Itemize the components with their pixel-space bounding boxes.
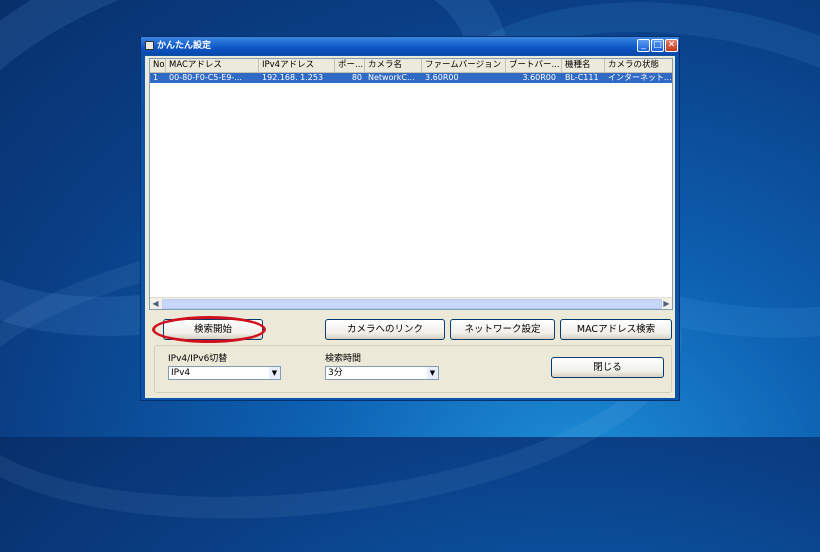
mac-address-search-button[interactable]: MACアドレス検索 [560,319,672,340]
column-header-no[interactable]: No [150,59,166,72]
chevron-down-icon[interactable]: ▼ [269,367,280,379]
column-header-mac[interactable]: MACアドレス [166,59,259,72]
client-area: No MACアドレス IPv4アドレス ポー... カメラ名 ファームバージョン… [145,56,675,398]
table-row[interactable]: 1 00-80-F0-C5-E9-... 192.168. 1.253 80 N… [150,73,672,83]
ip-version-select[interactable]: IPv4 ▼ [168,366,281,380]
title-bar[interactable]: かんたん設定 _ □ ✕ [141,37,679,55]
minimize-button[interactable]: _ [637,39,650,52]
chevron-down-icon[interactable]: ▼ [427,367,438,379]
camera-list[interactable]: No MACアドレス IPv4アドレス ポー... カメラ名 ファームバージョン… [149,58,673,310]
camera-link-button[interactable]: カメラへのリンク [325,319,445,340]
cell-camera-name: NetworkC... [368,73,415,82]
ip-version-value: IPv4 [171,368,191,378]
maximize-button[interactable]: □ [651,39,664,52]
list-header: No MACアドレス IPv4アドレス ポー... カメラ名 ファームバージョン… [150,59,672,73]
column-header-model[interactable]: 機種名 [562,59,605,72]
window-title: かんたん設定 [157,41,212,51]
column-header-boot-version[interactable]: ブートバー... [506,59,562,72]
network-settings-button[interactable]: ネットワーク設定 [450,319,555,340]
cell-mac: 00-80-F0-C5-E9-... [169,73,242,82]
horizontal-scrollbar[interactable]: ◀ ▶ [150,297,672,309]
cell-port: 80 [351,73,362,82]
cell-ipv4: 192.168. 1.253 [262,73,324,82]
column-header-camera-status[interactable]: カメラの状態 [605,59,672,72]
easy-setup-window: かんたん設定 _ □ ✕ No MACアドレス IPv4アドレス ポー... カ… [140,36,680,401]
scroll-right-icon[interactable]: ▶ [661,298,672,309]
column-header-camera-name[interactable]: カメラ名 [365,59,422,72]
cell-firmware: 3.60R00 [425,73,459,82]
close-window-button[interactable]: ✕ [665,39,678,52]
search-time-label: 検索時間 [325,354,362,364]
app-icon [145,41,154,50]
scroll-left-icon[interactable]: ◀ [150,298,161,309]
search-time-select[interactable]: 3分 ▼ [325,366,439,380]
cell-no: 1 [153,73,159,82]
close-button[interactable]: 閉じる [551,357,664,378]
column-header-ipv4[interactable]: IPv4アドレス [259,59,335,72]
column-header-port[interactable]: ポー... [335,59,365,72]
ip-switch-label: IPv4/IPv6切替 [168,354,228,364]
scroll-thumb[interactable] [162,299,662,309]
search-start-button[interactable]: 検索開始 [163,319,263,340]
cell-boot-version: 3.60R00 [522,73,556,82]
cell-model: BL-C111 [565,73,599,82]
column-header-firmware[interactable]: ファームバージョン [422,59,506,72]
search-time-value: 3分 [328,368,343,378]
cell-camera-status: インターネット... [608,73,672,82]
